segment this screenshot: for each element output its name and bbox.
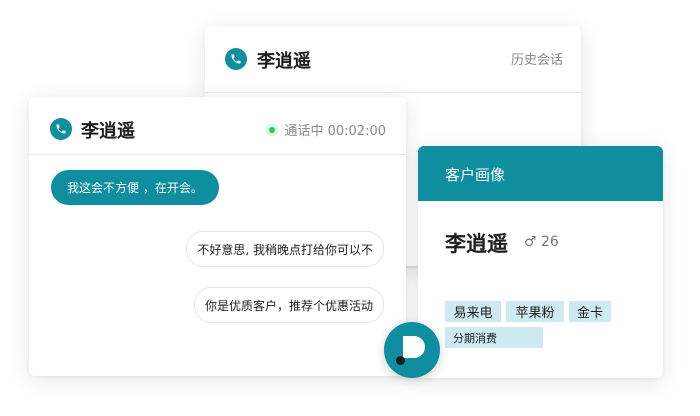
contact-name: 李逍遥 [257,51,311,72]
outgoing-message-bubble: 你是优质客户，推荐个优惠活动 [193,287,384,323]
incoming-message-bubble: 我这会不方便 ，在开会。 [51,170,219,205]
customer-age: 26 [541,234,559,250]
active-call-chat-card: 李逍遥 通话中 00:02:00 我这会不方便 ，在开会。 不好意思, 我稍晚点… [29,97,406,376]
customer-tag: 易来电 [445,301,501,322]
customer-gender-age: ♂ 26 [524,234,559,250]
customer-tag: 苹果粉 [506,301,564,322]
profile-title: 客户画像 [445,166,506,184]
contact-name: 李逍遥 [81,121,135,142]
brand-logo-icon [384,322,440,378]
outgoing-message-bubble: 不好意思, 我稍晚点打给你可以不 [186,231,384,267]
live-call-indicator-icon [266,123,279,136]
customer-tag: 分期消费 [445,327,543,348]
male-icon: ♂ [524,234,537,250]
phone-icon [225,48,247,70]
call-status: 通话中 00:02:00 [266,120,386,139]
profile-card-header: 客户画像 [418,146,663,201]
customer-profile-card: 客户画像 李逍遥 ♂ 26 易来电 苹果粉 金卡 分期消费 [418,146,663,378]
chat-card-header: 李逍遥 通话中 00:02:00 [29,97,406,155]
history-card-header: 李逍遥 历史会话 [205,26,581,93]
customer-tag: 金卡 [569,301,611,322]
call-status-text: 通话中 00:02:00 [284,124,386,139]
history-sessions-link[interactable]: 历史会话 [511,49,563,68]
customer-name: 李逍遥 [445,232,508,256]
phone-icon [50,118,72,140]
